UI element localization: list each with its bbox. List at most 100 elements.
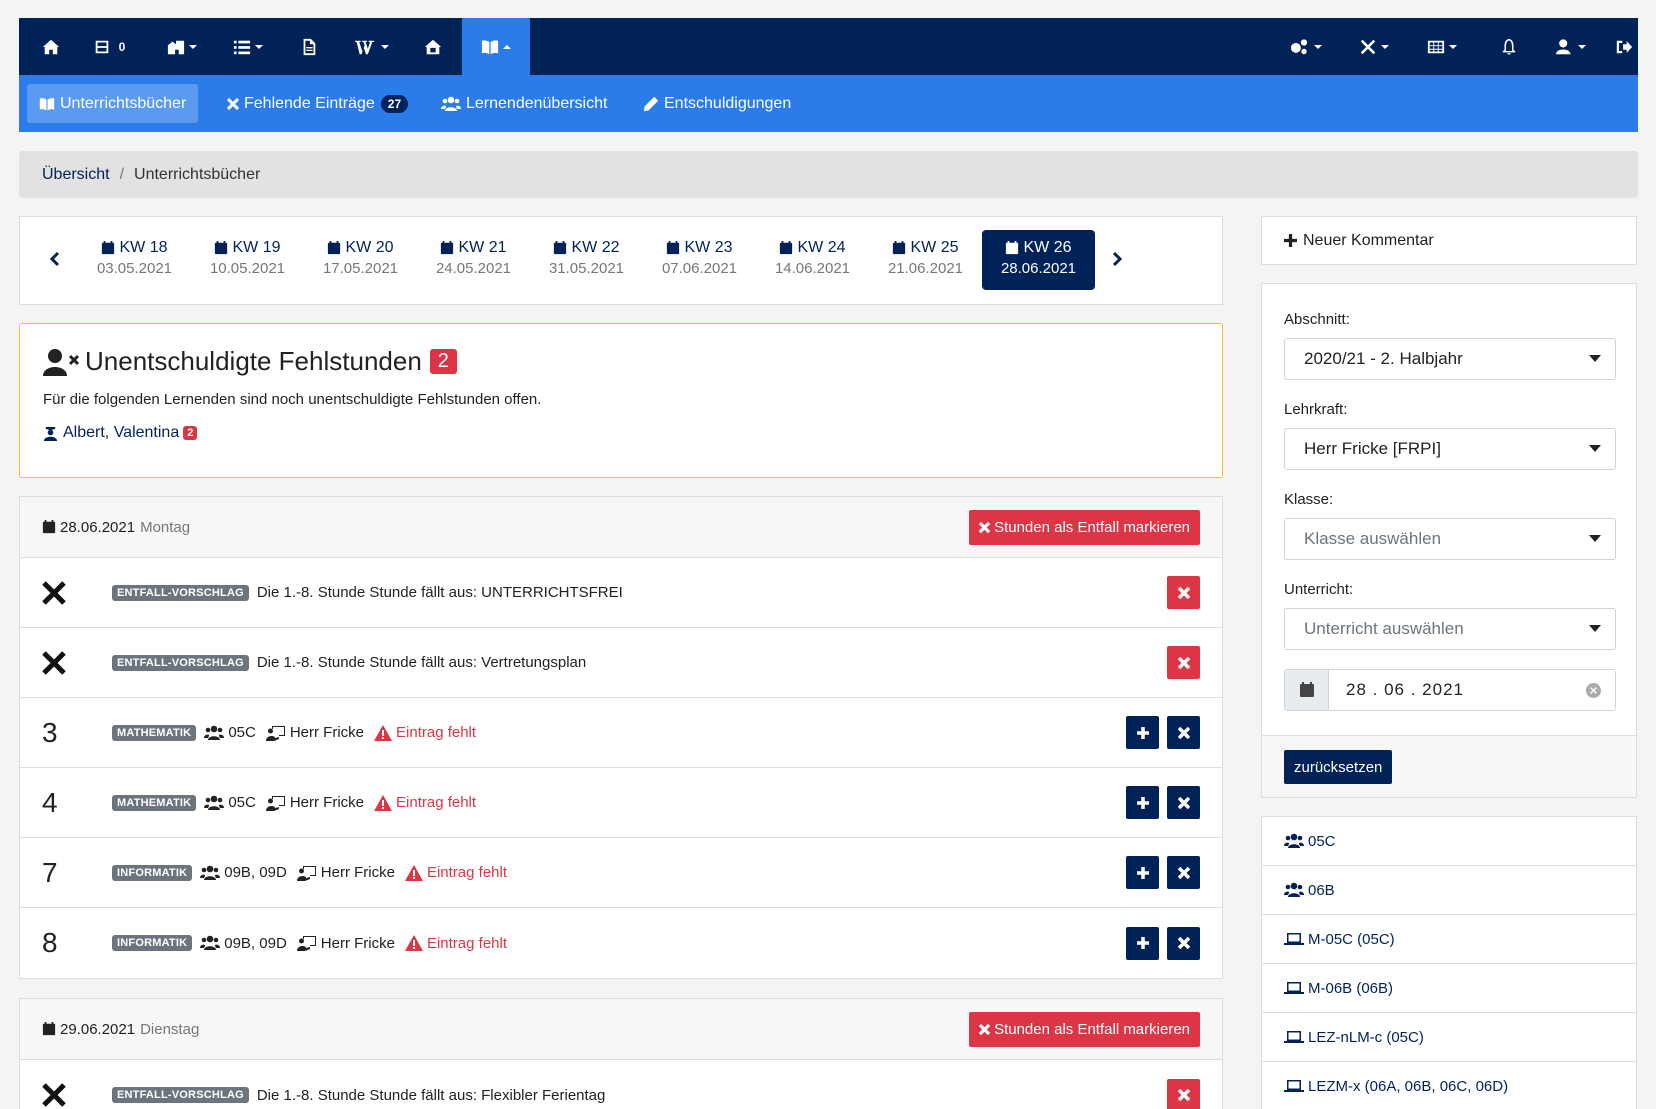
user-nav-dropdown[interactable] bbox=[1546, 18, 1596, 75]
calendar-icon[interactable] bbox=[1285, 670, 1329, 710]
times-icon bbox=[1178, 727, 1190, 739]
add-entry-button[interactable] bbox=[1126, 926, 1159, 960]
week-number: KW 22 bbox=[571, 239, 620, 256]
wiki-icon bbox=[354, 40, 374, 54]
reset-button[interactable]: zurücksetzen bbox=[1284, 750, 1393, 784]
cancel-lesson-button[interactable] bbox=[1167, 716, 1200, 749]
users-icon bbox=[1284, 882, 1304, 898]
lehrkraft-value: Herr Fricke [FRPI] bbox=[1304, 439, 1441, 458]
week-25[interactable]: KW 25 21.06.2021 bbox=[869, 230, 982, 290]
abschnitt-value: 2020/21 - 2. Halbjahr bbox=[1304, 349, 1463, 368]
date-input[interactable]: 28 . 06 . 2021 bbox=[1284, 669, 1616, 711]
subnav-item-lernendenuebersicht[interactable]: Lernendenübersicht bbox=[429, 84, 619, 123]
buildings-icon bbox=[167, 40, 184, 54]
clear-date-icon[interactable] bbox=[1586, 683, 1601, 698]
cancel-lesson-button[interactable] bbox=[1167, 926, 1200, 960]
inbox-nav-button[interactable]: 0 bbox=[79, 18, 139, 75]
dismiss-button[interactable] bbox=[1167, 576, 1200, 609]
list-item[interactable]: LEZM-x (06A, 06B, 06C, 06D) bbox=[1262, 1062, 1636, 1109]
new-comment-button[interactable]: Neuer Kommentar bbox=[1261, 216, 1637, 265]
next-week-button[interactable] bbox=[1105, 245, 1129, 273]
week-number: KW 18 bbox=[119, 239, 168, 256]
breadcrumb-home-link[interactable]: Übersicht bbox=[42, 166, 110, 184]
logout-button[interactable] bbox=[1609, 18, 1639, 75]
prev-week-button[interactable] bbox=[43, 245, 67, 273]
plus-icon bbox=[1137, 797, 1149, 809]
lehrkraft-select[interactable]: Herr Fricke [FRPI] bbox=[1284, 428, 1616, 470]
week-number: KW 23 bbox=[684, 239, 733, 256]
week-22[interactable]: KW 22 31.05.2021 bbox=[530, 230, 643, 290]
book-open-icon bbox=[39, 97, 55, 110]
add-entry-button[interactable] bbox=[1126, 716, 1159, 749]
books-nav-dropdown[interactable] bbox=[462, 18, 530, 75]
week-20[interactable]: KW 20 17.05.2021 bbox=[304, 230, 417, 290]
mark-cancelled-button[interactable]: Stunden als Entfall markieren bbox=[969, 1012, 1200, 1047]
subject-tag: INFORMATIK bbox=[112, 935, 193, 951]
chevron-up-icon bbox=[502, 44, 511, 49]
student-link[interactable]: Albert, Valentina 2 bbox=[43, 424, 1199, 442]
unterricht-placeholder: Unterricht auswählen bbox=[1304, 619, 1464, 638]
klasse-placeholder: Klasse auswählen bbox=[1304, 529, 1442, 548]
calendar-icon bbox=[101, 241, 115, 255]
buildings-nav-dropdown[interactable] bbox=[157, 18, 207, 75]
calendar-icon bbox=[553, 241, 567, 255]
chevron-down-icon bbox=[1448, 44, 1457, 49]
list-item[interactable]: M-06B (06B) bbox=[1262, 964, 1636, 1013]
alert-title: Unentschuldigte Fehlstunden bbox=[85, 346, 422, 376]
dropdown-caret-icon bbox=[1589, 535, 1601, 542]
week-26[interactable]: KW 26 28.06.2021 bbox=[982, 230, 1095, 290]
wiki-nav-dropdown[interactable] bbox=[347, 18, 397, 75]
add-entry-button[interactable] bbox=[1126, 786, 1159, 819]
subnav-item-fehlende-eintraege[interactable]: Fehlende Einträge 27 bbox=[215, 84, 420, 123]
dismiss-button[interactable] bbox=[1167, 1078, 1200, 1109]
plus-icon bbox=[1137, 727, 1149, 739]
week-date: 10.05.2021 bbox=[209, 260, 286, 277]
warning-icon bbox=[404, 864, 423, 881]
week-19[interactable]: KW 19 10.05.2021 bbox=[191, 230, 304, 290]
tools-nav-dropdown[interactable] bbox=[1349, 18, 1399, 75]
missing-entries-badge: 27 bbox=[380, 94, 409, 113]
cancel-lesson-button[interactable] bbox=[1167, 856, 1200, 889]
subnav-item-unterrichtsbuecher[interactable]: Unterrichtsbücher bbox=[27, 84, 199, 123]
breadcrumb-current: Unterrichtsbücher bbox=[134, 165, 261, 183]
list-item[interactable]: LEZ-nLM-c (05C) bbox=[1262, 1013, 1636, 1062]
lesson-row: ENTFALL-VORSCHLAG Die 1.-8. Stunde Stund… bbox=[20, 1060, 1222, 1109]
week-21[interactable]: KW 21 24.05.2021 bbox=[417, 230, 530, 290]
subnav-item-entschuldigungen[interactable]: Entschuldigungen bbox=[631, 84, 803, 123]
klasse-select[interactable]: Klasse auswählen bbox=[1284, 518, 1616, 560]
cancel-lesson-button[interactable] bbox=[1167, 786, 1200, 819]
unterricht-select[interactable]: Unterricht auswählen bbox=[1284, 608, 1616, 650]
list-item[interactable]: M-05C (05C) bbox=[1262, 915, 1636, 964]
lesson-tag: ENTFALL-VORSCHLAG bbox=[112, 1087, 249, 1103]
apps-nav-dropdown[interactable] bbox=[1417, 18, 1467, 75]
dismiss-button[interactable] bbox=[1167, 646, 1200, 679]
calendar-icon bbox=[1005, 241, 1019, 255]
week-date: 24.05.2021 bbox=[435, 260, 512, 277]
lesson-row: ENTFALL-VORSCHLAG Die 1.-8. Stunde Stund… bbox=[20, 628, 1222, 698]
add-entry-button[interactable] bbox=[1126, 856, 1159, 889]
day-weekday: Dienstag bbox=[140, 1020, 200, 1038]
plus-icon bbox=[1137, 937, 1149, 949]
list-item[interactable]: 05C bbox=[1262, 817, 1636, 866]
unterricht-label: Unterricht: bbox=[1284, 581, 1354, 598]
list-item-label: LEZM-x (06A, 06B, 06C, 06D) bbox=[1308, 1077, 1509, 1095]
school-nav-button[interactable] bbox=[413, 18, 453, 75]
week-18[interactable]: KW 18 03.05.2021 bbox=[78, 230, 191, 290]
week-23[interactable]: KW 23 07.06.2021 bbox=[643, 230, 756, 290]
week-24[interactable]: KW 24 14.06.2021 bbox=[756, 230, 869, 290]
list-nav-dropdown[interactable] bbox=[223, 18, 273, 75]
teacher-icon bbox=[266, 725, 286, 741]
settings-nav-dropdown[interactable] bbox=[1281, 18, 1331, 75]
document-nav-button[interactable] bbox=[289, 18, 329, 75]
abschnitt-label: Abschnitt: bbox=[1284, 311, 1350, 328]
mark-cancelled-button[interactable]: Stunden als Entfall markieren bbox=[969, 510, 1200, 545]
lesson-tag: ENTFALL-VORSCHLAG bbox=[112, 584, 249, 601]
notifications-button[interactable] bbox=[1489, 18, 1529, 75]
alert-text: Für die folgenden Lernenden sind noch un… bbox=[43, 391, 542, 408]
mark-cancelled-label: Stunden als Entfall markieren bbox=[994, 519, 1190, 536]
abschnitt-select[interactable]: 2020/21 - 2. Halbjahr bbox=[1284, 338, 1616, 380]
list-item[interactable]: 06B bbox=[1262, 866, 1636, 915]
calendar-icon bbox=[42, 520, 56, 534]
home-nav-button[interactable] bbox=[31, 18, 71, 75]
grid-icon bbox=[1427, 40, 1444, 53]
